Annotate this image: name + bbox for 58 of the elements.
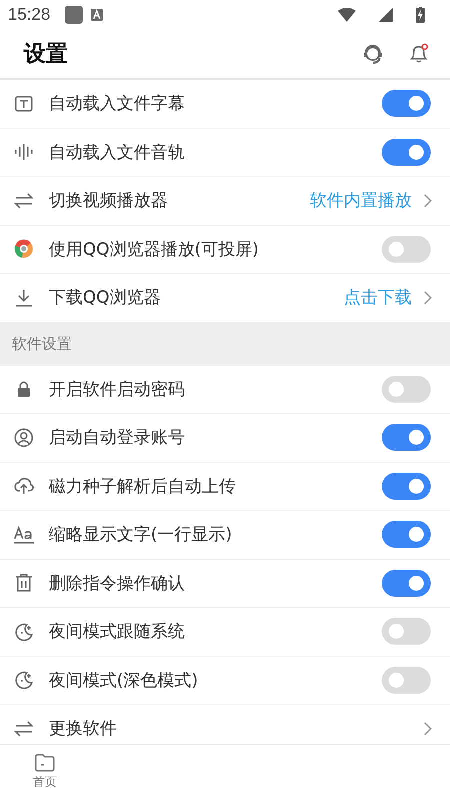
section-title: 软件设置 bbox=[12, 334, 72, 354]
bell-icon[interactable] bbox=[408, 43, 430, 65]
nav-tab[interactable]: 首页 bbox=[0, 745, 90, 800]
setting-label: 自动载入文件音轨 bbox=[49, 142, 185, 164]
swap-arrows-icon bbox=[14, 718, 34, 739]
app-square-icon bbox=[64, 6, 83, 24]
headset-icon[interactable] bbox=[362, 43, 384, 65]
battery-icon bbox=[416, 7, 425, 23]
toggle-switch[interactable] bbox=[382, 424, 431, 452]
cloud-upload-icon bbox=[14, 476, 34, 496]
sound-wave-icon bbox=[14, 142, 34, 162]
setting-label: 使用QQ浏览器播放(可投屏) bbox=[49, 238, 260, 261]
settings-row[interactable]: 自动载入文件音轨 bbox=[0, 128, 450, 177]
download-icon bbox=[14, 288, 34, 308]
setting-value: 软件内置播放 bbox=[310, 190, 412, 212]
page-title: 设置 bbox=[24, 41, 68, 69]
signal-icon bbox=[379, 8, 393, 22]
text-box-icon bbox=[14, 94, 34, 114]
chevron-right-icon bbox=[424, 722, 432, 736]
setting-label: 开启软件启动密码 bbox=[49, 378, 185, 401]
swap-arrows-icon bbox=[14, 190, 34, 211]
toggle-switch[interactable] bbox=[382, 376, 431, 403]
chevron-right-icon bbox=[424, 290, 432, 305]
setting-label: 启动自动登录账号 bbox=[49, 427, 185, 450]
text-size-icon bbox=[14, 524, 34, 545]
moon-stars-icon bbox=[14, 670, 34, 690]
toggle-switch[interactable] bbox=[382, 521, 431, 548]
setting-label: 更换软件 bbox=[49, 718, 117, 740]
moon-stars-icon bbox=[14, 622, 34, 642]
folder-icon bbox=[35, 754, 55, 772]
setting-label: 删除指令操作确认 bbox=[49, 572, 185, 595]
toggle-switch[interactable] bbox=[382, 618, 431, 646]
settings-row[interactable]: 删除指令操作确认 bbox=[0, 560, 450, 608]
setting-label: 磁力种子解析后自动上传 bbox=[49, 476, 236, 498]
settings-row[interactable]: 磁力种子解析后自动上传 bbox=[0, 462, 450, 511]
setting-label: 夜间模式跟随系统 bbox=[49, 621, 185, 644]
toggle-switch[interactable] bbox=[382, 666, 431, 694]
setting-label: 自动载入文件字幕 bbox=[49, 93, 185, 116]
setting-label: 切换视频播放器 bbox=[49, 190, 168, 212]
clock-time: 15:28 bbox=[8, 5, 51, 25]
setting-label: 夜间模式(深色模式) bbox=[49, 670, 198, 692]
browser-ball-icon bbox=[14, 239, 34, 260]
toggle-switch[interactable] bbox=[382, 90, 431, 118]
toggle-switch[interactable] bbox=[382, 236, 431, 263]
chevron-right-icon bbox=[424, 194, 432, 208]
toggle-switch[interactable] bbox=[382, 472, 431, 500]
settings-row[interactable]: 使用QQ浏览器播放(可投屏) bbox=[0, 226, 450, 274]
setting-label: 缩略显示文字(一行显示) bbox=[49, 524, 232, 546]
settings-row[interactable]: 夜间模式(深色模式) bbox=[0, 656, 450, 705]
setting-value: 点击下载 bbox=[344, 287, 412, 310]
trash-can-icon bbox=[14, 573, 34, 594]
setting-label: 下载QQ浏览器 bbox=[49, 287, 161, 310]
letter-box-icon bbox=[90, 9, 103, 21]
toggle-switch[interactable] bbox=[382, 570, 431, 597]
wifi-icon bbox=[338, 8, 356, 22]
person-circle-icon bbox=[14, 428, 34, 448]
settings-row[interactable]: 开启软件启动密码 bbox=[0, 366, 450, 414]
toggle-switch[interactable] bbox=[382, 138, 431, 166]
